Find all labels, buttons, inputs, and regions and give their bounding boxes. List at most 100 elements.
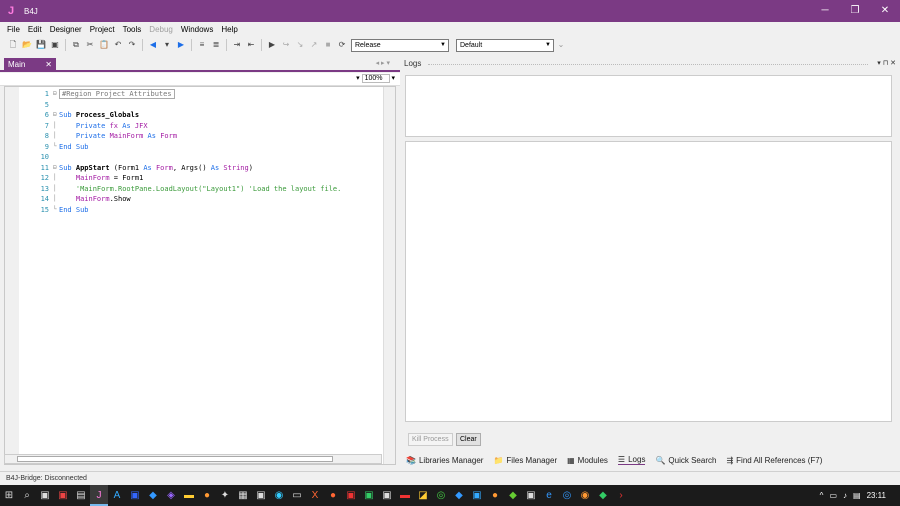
app-icon[interactable]: ▣ [342,485,360,506]
navigate-back-icon[interactable]: ◀ [147,39,159,51]
menu-debug[interactable]: Debug [145,25,177,34]
close-icon[interactable]: ✕ [45,58,52,72]
app-icon[interactable]: ▣ [522,485,540,506]
restore-button[interactable]: ❐ [840,0,870,22]
code-line[interactable]: Sub Process_Globals [59,110,139,120]
tab-main[interactable]: Main ✕ [4,58,56,72]
app-icon[interactable]: ▣ [36,485,54,506]
menu-help[interactable]: Help [217,25,241,34]
menu-windows[interactable]: Windows [177,25,217,34]
run-icon[interactable]: ▶ [266,39,278,51]
app-icon[interactable]: ◆ [594,485,612,506]
redo-icon[interactable]: ↷ [126,39,138,51]
tab-libraries-manager[interactable]: 📚 Libraries Manager [406,456,483,465]
cut-icon[interactable]: ✂ [84,39,96,51]
dropdown-arrow-icon[interactable]: ▾ [161,39,173,51]
step-out-icon[interactable]: ↗ [308,39,320,51]
notification-icon[interactable]: ▤ [853,491,861,500]
fold-marker-icon[interactable]: └ [53,142,57,152]
fold-marker-icon[interactable]: ⊟ [53,110,57,120]
search-icon[interactable]: ⌕ [18,485,36,506]
start-icon[interactable]: ⊞ [0,485,18,506]
menu-file[interactable]: File [3,25,24,34]
toolbar-overflow-icon[interactable]: ⌄ [555,39,567,51]
horizontal-scrollbar[interactable] [4,454,382,464]
tray-chevron-icon[interactable]: ^ [820,491,824,500]
app-icon[interactable]: › [612,485,630,506]
tab-modules[interactable]: ▦ Modules [567,456,608,465]
code-line[interactable]: MainForm = Form1 [59,173,143,183]
panel-controls-icon[interactable]: ▾ ⊓ ✕ [877,59,896,67]
restart-icon[interactable]: ⟳ [336,39,348,51]
tab-scroll-icon[interactable]: ◂ ▸ ▾ [376,59,390,67]
fold-marker-icon[interactable]: └ [53,205,57,215]
code-line[interactable]: End Sub [59,205,89,215]
app-icon[interactable]: ▣ [54,485,72,506]
tab-quick-search[interactable]: 🔍 Quick Search [655,456,716,465]
fold-marker-icon[interactable]: │ [53,184,57,194]
network-icon[interactable]: ▭ [829,491,837,500]
code-line[interactable]: Private MainForm As Form [59,131,177,141]
save-all-icon[interactable]: ▣ [49,39,61,51]
code-line[interactable]: Sub AppStart (Form1 As Form, Args() As S… [59,163,253,173]
tab-logs[interactable]: ☰ Logs [617,455,646,465]
app-icon[interactable]: ◆ [450,485,468,506]
app-icon[interactable]: ● [486,485,504,506]
clear-logs-button[interactable]: Clear [456,433,481,446]
folder-icon[interactable]: ▬ [180,485,198,506]
app-icon[interactable]: X [306,485,324,506]
app-icon[interactable]: ✦ [216,485,234,506]
code-line[interactable]: MainForm.Show [59,194,131,204]
open-file-icon[interactable]: 📂 [21,39,33,51]
close-button[interactable]: ✕ [870,0,900,22]
chrome-icon[interactable]: ◎ [432,485,450,506]
app-icon[interactable]: ▣ [252,485,270,506]
logs-output[interactable] [405,141,892,422]
fold-marker-icon[interactable]: ⊟ [53,163,57,173]
app-icon[interactable]: ▬ [396,485,414,506]
indent-icon[interactable]: ⇥ [231,39,243,51]
code-line[interactable]: 'MainForm.RootPane.LoadLayout("Layout1")… [59,184,342,194]
app-icon[interactable]: ◆ [504,485,522,506]
edge-icon[interactable]: e [540,485,558,506]
fold-marker-icon[interactable]: │ [53,131,57,141]
code-line[interactable]: End Sub [59,142,89,152]
menu-tools[interactable]: Tools [119,25,146,34]
app-icon[interactable]: ◎ [558,485,576,506]
app-icon[interactable]: ● [324,485,342,506]
app-icon[interactable]: ▭ [288,485,306,506]
app-icon[interactable]: A [108,485,126,506]
step-over-icon[interactable]: ↪ [280,39,292,51]
stop-icon[interactable]: ■ [322,39,334,51]
zoom-select[interactable]: ▾ 100% ▾ [356,74,395,83]
menu-edit[interactable]: Edit [24,25,46,34]
app-icon[interactable]: ▣ [378,485,396,506]
paste-icon[interactable]: 📋 [98,39,110,51]
app-icon[interactable]: ▣ [468,485,486,506]
dropbox-icon[interactable]: ◆ [144,485,162,506]
menu-project[interactable]: Project [86,25,119,34]
app-icon[interactable]: ▦ [234,485,252,506]
app-icon[interactable]: ◉ [270,485,288,506]
scrollbar-thumb[interactable] [17,456,333,462]
app-icon[interactable]: ◪ [414,485,432,506]
save-icon[interactable]: 💾 [35,39,47,51]
code-editor[interactable]: 1 ⊟ #Region Project Attributes 5 6 ⊟ Sub Proce… [4,86,396,465]
clock[interactable]: 23:11 [867,491,886,500]
fold-marker-icon[interactable]: ⊟ [53,89,57,99]
fold-marker-icon[interactable]: │ [53,173,57,183]
volume-icon[interactable]: ♪ [843,491,847,500]
app-icon[interactable]: ▣ [126,485,144,506]
uncomment-block-icon[interactable]: ≣ [210,39,222,51]
kill-process-button[interactable]: Kill Process [408,433,453,446]
app-icon[interactable]: ● [198,485,216,506]
build-target-select[interactable]: Default ▼ [456,38,554,52]
code-line[interactable]: #Region Project Attributes [59,89,175,99]
outdent-icon[interactable]: ⇤ [245,39,257,51]
fold-marker-icon[interactable]: │ [53,194,57,204]
menu-designer[interactable]: Designer [46,25,86,34]
fold-marker-icon[interactable]: │ [53,121,57,131]
b4j-app-icon[interactable]: J [90,485,108,506]
comment-block-icon[interactable]: ≡ [196,39,208,51]
navigate-forward-icon[interactable]: ▶ [175,39,187,51]
